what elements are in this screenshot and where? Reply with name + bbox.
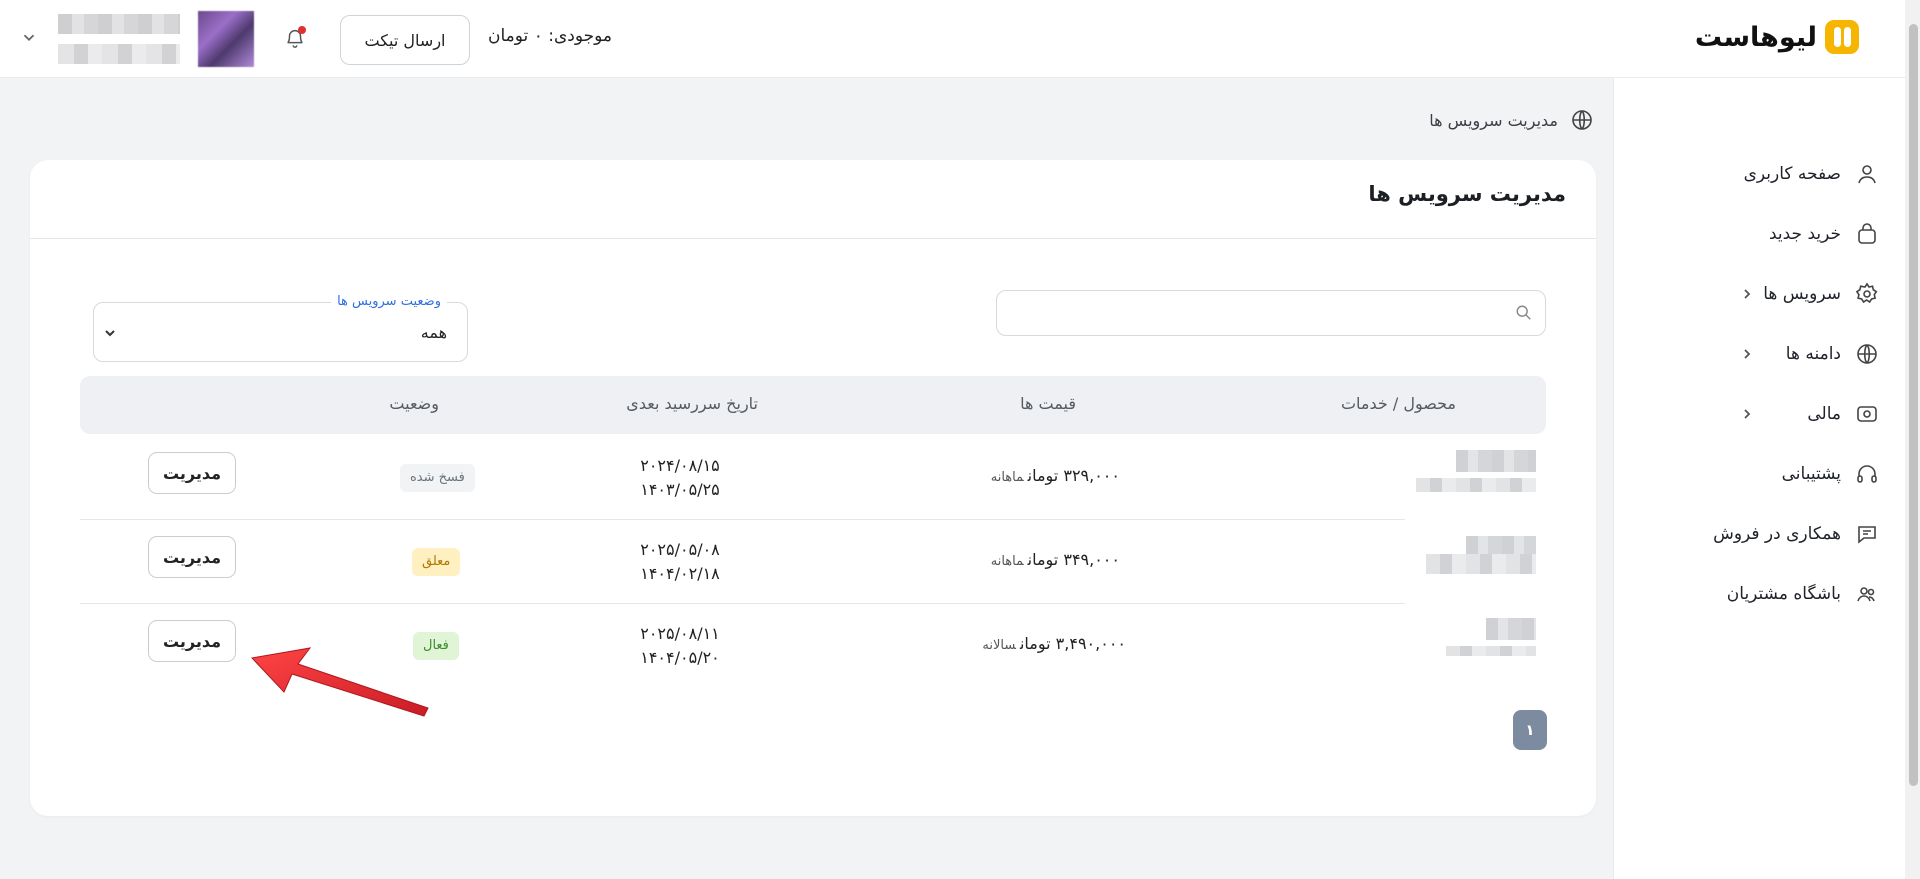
sidebar-item-label: همکاری در فروش	[1713, 524, 1841, 544]
send-ticket-button[interactable]: ارسال تیکت	[340, 15, 470, 65]
manage-button[interactable]: مدیریت	[148, 620, 236, 662]
logo-mark-icon	[1825, 20, 1859, 54]
sidebar-item-services[interactable]: سرویس ها	[1613, 272, 1905, 316]
product-name-redacted	[1416, 450, 1536, 498]
sidebar-item-label: خرید جدید	[1768, 224, 1841, 244]
bag-icon	[1858, 223, 1876, 244]
page-scrollbar-thumb[interactable]	[1909, 24, 1918, 786]
breadcrumb: مدیریت سرویس ها	[1429, 108, 1594, 132]
breadcrumb-label: مدیریت سرویس ها	[1429, 110, 1558, 130]
money-icon	[1857, 406, 1877, 422]
chevron-left-icon	[1744, 349, 1751, 359]
product-name-redacted	[1416, 534, 1536, 582]
search-icon	[1516, 305, 1531, 320]
table-row: ۳۲۹,۰۰۰ تومانماهانه ۲۰۲۴/۰۸/۱۵ ۱۴۰۳/۰۵/۲…	[80, 436, 1546, 520]
pagination-page-1[interactable]: ۱	[1513, 710, 1547, 750]
page-scrollbar-track[interactable]	[1905, 0, 1920, 879]
sidebar-item-label: سرویس ها	[1763, 284, 1841, 304]
product-name-redacted	[1416, 618, 1536, 666]
status-badge: فسخ شده	[400, 464, 475, 492]
column-header-price: قیمت ها	[1020, 394, 1076, 413]
table-header: محصول / خدمات قیمت ها تاریخ سررسید بعدی …	[80, 376, 1546, 434]
chat-icon	[1858, 526, 1876, 544]
billing-cycle: ماهانه	[990, 554, 1024, 569]
due-date-gregorian: ۲۰۲۴/۰۸/۱۵	[640, 456, 720, 475]
status-badge: معلق	[412, 548, 461, 576]
column-header-status: وضعیت	[389, 394, 439, 413]
sidebar-item-domains[interactable]: دامنه ها	[1613, 332, 1905, 376]
brand-logo[interactable]: لیوهاست	[1695, 20, 1859, 54]
due-date-cell: ۲۰۲۵/۰۸/۱۱ ۱۴۰۴/۰۵/۲۰	[600, 622, 760, 670]
price-amount: ۳۴۹,۰۰۰ تومان	[1027, 550, 1120, 569]
top-header: لیوهاست موجودی: ۰ تومان ارسال تیکت	[0, 0, 1905, 78]
sidebar-item-finance[interactable]: مالی	[1613, 392, 1905, 436]
users-icon	[1857, 587, 1875, 602]
sidebar-item-label: باشگاه مشتریان	[1726, 584, 1841, 604]
billing-cycle: سالانه	[982, 638, 1016, 653]
sidebar: صفحه کاربری خرید جدید سرویس ها دامنه ها …	[1613, 78, 1905, 879]
status-filter-value: همه	[420, 323, 447, 342]
sidebar-item-label: دامنه ها	[1785, 344, 1841, 364]
due-date-gregorian: ۲۰۲۵/۰۸/۱۱	[640, 624, 720, 643]
headset-icon	[1857, 465, 1877, 483]
user-name-block[interactable]	[58, 14, 180, 66]
sidebar-item-label: پشتیبانی	[1781, 464, 1841, 484]
globe-icon	[1572, 110, 1592, 130]
notification-dot	[298, 26, 306, 34]
due-date-jalali: ۱۴۰۳/۰۵/۲۵	[640, 480, 720, 499]
table-row: ۳۴۹,۰۰۰ تومانماهانه ۲۰۲۵/۰۵/۰۸ ۱۴۰۴/۰۲/۱…	[80, 520, 1546, 604]
status-filter-legend: وضعیت سرویس ها	[331, 294, 447, 309]
avatar[interactable]	[198, 11, 254, 67]
divider	[30, 238, 1596, 239]
price-cell: ۳۲۹,۰۰۰ تومانماهانه	[991, 466, 1120, 485]
due-date-cell: ۲۰۲۵/۰۵/۰۸ ۱۴۰۴/۰۲/۱۸	[600, 538, 760, 586]
sidebar-item-dashboard[interactable]: صفحه کاربری	[1613, 152, 1905, 196]
page-title: مدیریت سرویس ها	[1368, 182, 1566, 206]
column-header-product: محصول / خدمات	[1340, 394, 1456, 413]
price-amount: ۳۲۹,۰۰۰ تومان	[1027, 466, 1120, 485]
chevron-left-icon	[1744, 289, 1751, 299]
due-date-gregorian: ۲۰۲۵/۰۵/۰۸	[640, 540, 720, 559]
chevron-left-icon	[1744, 409, 1751, 419]
chevron-down-icon[interactable]	[20, 28, 38, 46]
price-amount: ۳,۴۹۰,۰۰۰ تومان	[1019, 634, 1126, 653]
sidebar-item-support[interactable]: پشتیبانی	[1613, 452, 1905, 496]
status-filter-select[interactable]: وضعیت سرویس ها همه	[93, 294, 468, 362]
price-cell: ۳,۴۹۰,۰۰۰ تومانسالانه	[982, 634, 1126, 653]
chevron-down-icon	[105, 330, 115, 337]
price-cell: ۳۴۹,۰۰۰ تومانماهانه	[991, 550, 1120, 569]
globe-icon	[1857, 344, 1877, 364]
due-date-jalali: ۱۴۰۴/۰۵/۲۰	[640, 648, 720, 667]
account-balance: موجودی: ۰ تومان	[488, 26, 613, 46]
due-date-jalali: ۱۴۰۴/۰۲/۱۸	[640, 564, 720, 583]
column-header-due-date: تاریخ سررسید بعدی	[626, 394, 758, 413]
user-icon	[1858, 165, 1876, 184]
annotation-arrow-icon	[250, 647, 429, 717]
sidebar-item-label: مالی	[1807, 404, 1841, 424]
sidebar-item-new-purchase[interactable]: خرید جدید	[1613, 212, 1905, 256]
sidebar-item-label: صفحه کاربری	[1743, 164, 1841, 184]
billing-cycle: ماهانه	[990, 470, 1024, 485]
gear-icon	[1855, 282, 1878, 304]
search-field[interactable]	[1007, 299, 1497, 327]
due-date-cell: ۲۰۲۴/۰۸/۱۵ ۱۴۰۳/۰۵/۲۵	[600, 454, 760, 502]
manage-button[interactable]: مدیریت	[148, 452, 236, 494]
sidebar-item-affiliate[interactable]: همکاری در فروش	[1613, 512, 1905, 556]
manage-button[interactable]: مدیریت	[148, 536, 236, 578]
logo-text: لیوهاست	[1694, 21, 1817, 53]
sidebar-item-customer-club[interactable]: باشگاه مشتریان	[1613, 572, 1905, 616]
search-input[interactable]	[996, 290, 1546, 336]
